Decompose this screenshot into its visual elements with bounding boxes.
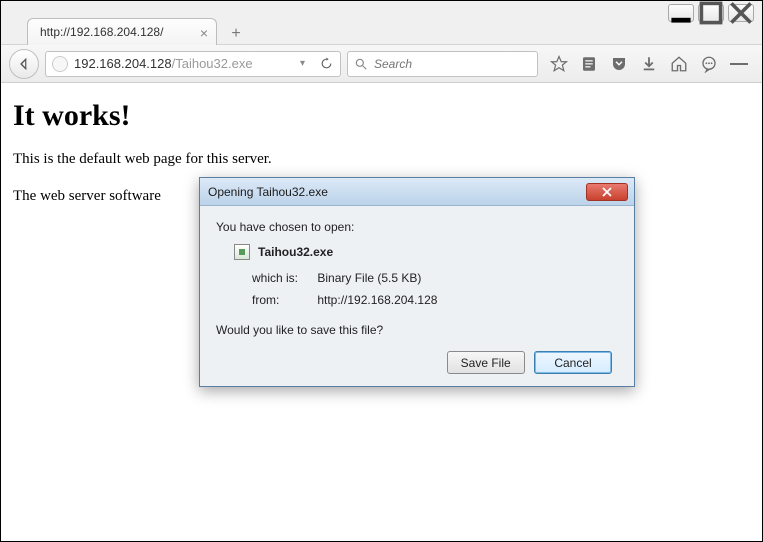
dialog-filename: Taihou32.exe <box>258 245 333 259</box>
dialog-intro: You have chosen to open: <box>216 220 618 234</box>
download-dialog: Opening Taihou32.exe You have chosen to … <box>199 177 635 387</box>
reload-button[interactable] <box>318 56 334 72</box>
which-is-value: Binary File (5.5 KB) <box>317 271 421 285</box>
browser-tab[interactable]: http://192.168.204.128/ × <box>27 18 217 45</box>
browser-toolbar: 192.168.204.128/Taihou32.exe ▾ <box>1 45 762 83</box>
page-paragraph-1: This is the default web page for this se… <box>13 151 750 168</box>
save-file-button[interactable]: Save File <box>447 351 525 374</box>
maximize-button[interactable] <box>698 4 724 22</box>
search-bar[interactable] <box>347 51 538 77</box>
url-dropdown-icon[interactable]: ▾ <box>300 58 312 69</box>
search-icon <box>354 57 368 71</box>
dialog-body: You have chosen to open: Taihou32.exe wh… <box>200 206 634 386</box>
window-controls <box>668 4 754 22</box>
tab-title: http://192.168.204.128/ <box>40 25 163 39</box>
back-button[interactable] <box>9 49 39 79</box>
bookmark-star-icon[interactable] <box>550 55 568 73</box>
dialog-title: Opening Taihou32.exe <box>206 185 586 199</box>
page-heading: It works! <box>13 99 750 133</box>
search-input[interactable] <box>374 57 531 71</box>
close-window-button[interactable] <box>728 4 754 22</box>
dialog-close-button[interactable] <box>586 183 628 201</box>
which-is-label: which is: <box>252 268 314 290</box>
file-icon <box>234 244 250 260</box>
dialog-meta: which is: Binary File (5.5 KB) from: htt… <box>252 268 618 311</box>
reader-view-icon[interactable] <box>580 55 598 73</box>
dialog-question: Would you like to save this file? <box>216 323 618 337</box>
menu-icon[interactable] <box>730 55 748 73</box>
site-identity-icon[interactable] <box>52 56 68 72</box>
new-tab-button[interactable]: + <box>225 23 247 45</box>
pocket-icon[interactable] <box>610 55 628 73</box>
from-value: http://192.168.204.128 <box>317 293 437 307</box>
window-chrome: http://192.168.204.128/ × + <box>1 1 762 45</box>
tab-bar: http://192.168.204.128/ × + <box>27 13 247 45</box>
cancel-button[interactable]: Cancel <box>534 351 612 374</box>
dialog-titlebar[interactable]: Opening Taihou32.exe <box>200 178 634 206</box>
address-bar[interactable]: 192.168.204.128/Taihou32.exe ▾ <box>45 51 341 77</box>
minimize-button[interactable] <box>668 4 694 22</box>
tab-close-icon[interactable]: × <box>200 25 208 41</box>
chat-icon[interactable] <box>700 55 718 73</box>
dialog-buttons: Save File Cancel <box>216 351 618 376</box>
toolbar-icons <box>544 55 754 73</box>
url-text: 192.168.204.128/Taihou32.exe <box>74 56 294 71</box>
downloads-icon[interactable] <box>640 55 658 73</box>
home-icon[interactable] <box>670 55 688 73</box>
dialog-file-row: Taihou32.exe <box>234 244 618 260</box>
from-label: from: <box>252 290 314 312</box>
